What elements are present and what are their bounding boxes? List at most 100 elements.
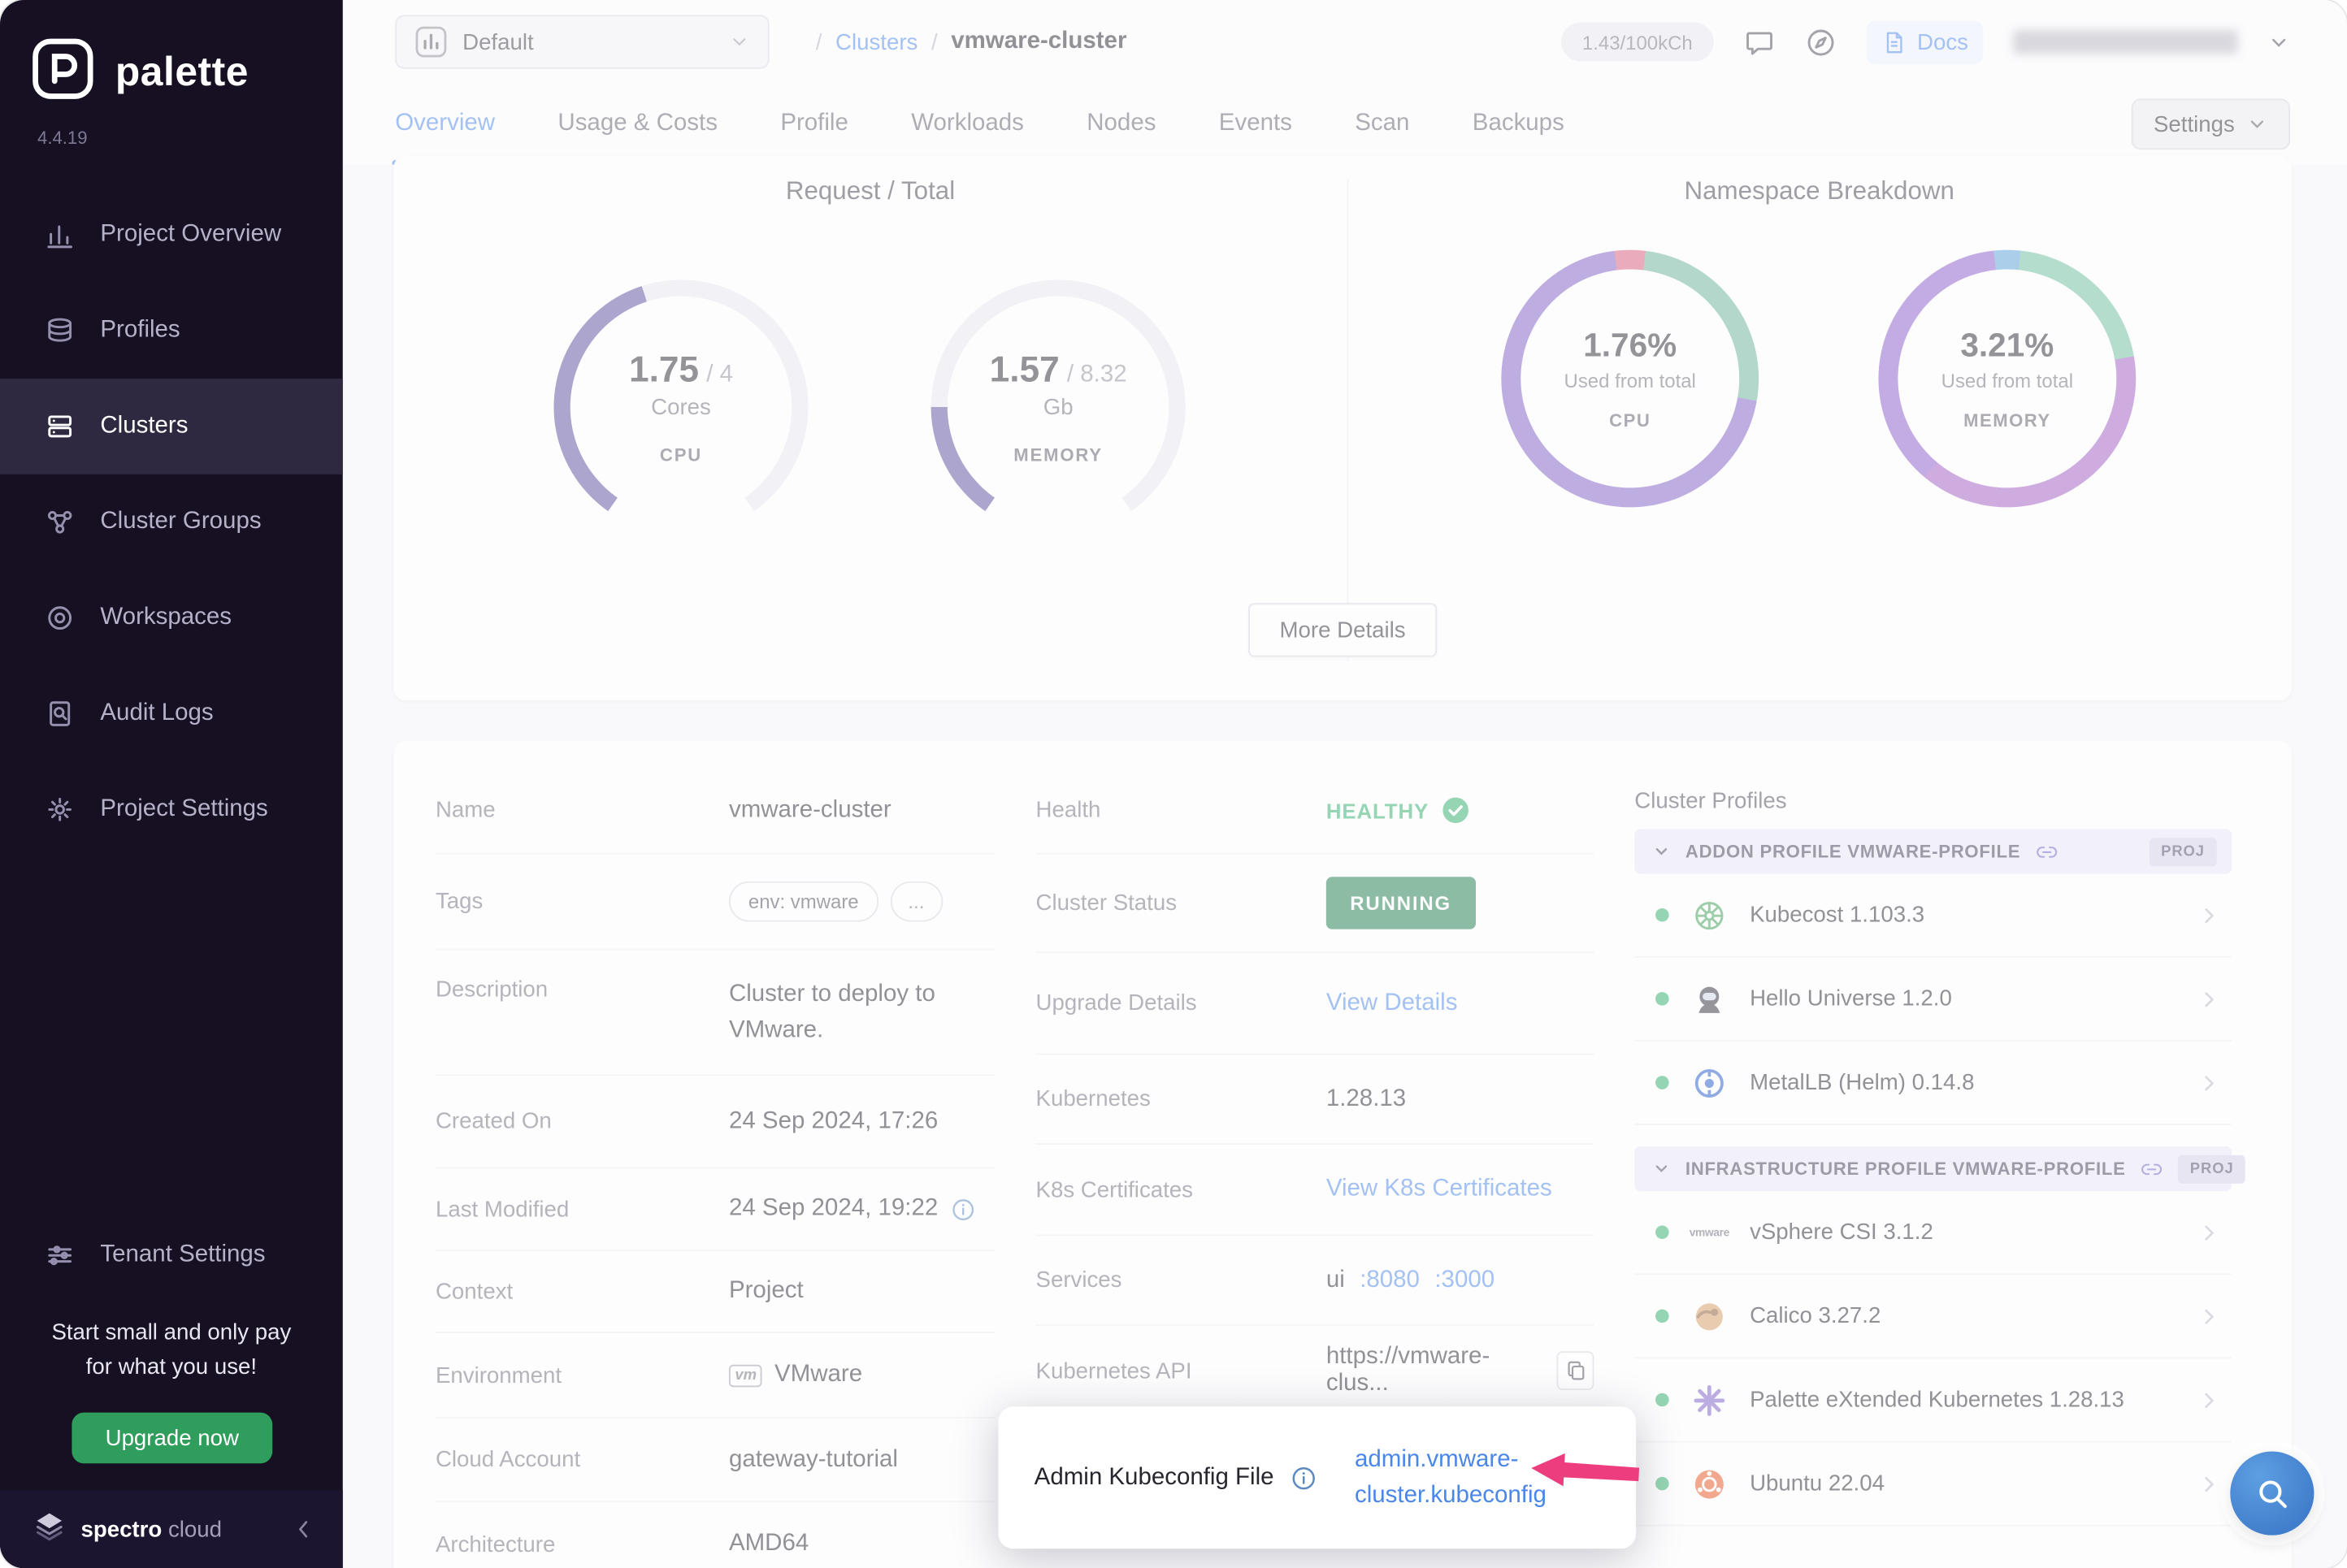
- view-details-link[interactable]: View Details: [1326, 990, 1458, 1016]
- addon-profile-header[interactable]: ADDON PROFILE VMWARE-PROFILE PROJ: [1634, 829, 2232, 873]
- sidebar-item-label: Clusters: [100, 413, 188, 440]
- workspaces-icon: [45, 603, 75, 633]
- chart-box-icon: [414, 25, 448, 58]
- sidebar-collapse-button[interactable]: [292, 1518, 315, 1541]
- status-dot: [1655, 1076, 1669, 1089]
- namespace-memory-label: MEMORY: [1963, 410, 2050, 431]
- sidebar-item-workspaces[interactable]: Workspaces: [0, 570, 343, 666]
- row-services: Services ui :8080 :3000: [1036, 1236, 1594, 1326]
- more-details-button[interactable]: More Details: [1248, 603, 1437, 656]
- profile-item-name: MetalLB (Helm) 0.14.8: [1750, 1070, 2178, 1095]
- row-description: Description Cluster to deploy to VMware.: [436, 951, 996, 1076]
- service-port-3000-link[interactable]: :3000: [1434, 1267, 1495, 1293]
- profile-item-palette-extended-kubernetes[interactable]: Palette eXtended Kubernetes 1.28.13: [1634, 1358, 2232, 1442]
- infrastructure-profile-header[interactable]: INFRASTRUCTURE PROFILE VMWARE-PROFILE PR…: [1634, 1146, 2232, 1191]
- namespace-cpu-caption: Used from total: [1564, 370, 1696, 392]
- profile-item-ubuntu[interactable]: Ubuntu 22.04: [1634, 1442, 2232, 1526]
- user-name-redacted[interactable]: [2013, 30, 2237, 54]
- memory-unit: Gb: [1043, 394, 1074, 419]
- tag-pill[interactable]: env: vmware: [729, 881, 878, 922]
- compass-icon: [1805, 26, 1837, 58]
- vmware-vm-logo: vm: [729, 1364, 762, 1387]
- topbar-right: 1.43/100kCh Docs: [1561, 0, 2290, 84]
- docs-button[interactable]: Docs: [1866, 20, 1983, 63]
- profile-item-kubecost[interactable]: Kubecost 1.103.3: [1634, 874, 2232, 958]
- tab-overview[interactable]: Overview: [395, 84, 495, 164]
- status-dot: [1655, 908, 1669, 922]
- sidebar-item-profiles[interactable]: Profiles: [0, 283, 343, 379]
- sidebar-item-label: Cluster Groups: [100, 509, 261, 535]
- spectro-cloud-wordmark: spectro cloud: [80, 1517, 222, 1542]
- cpu-request-gauge: 1.75/ 4 Cores CPU: [553, 279, 808, 534]
- breadcrumb-separator: /: [931, 29, 938, 54]
- sidebar-item-clusters[interactable]: Clusters: [0, 379, 343, 474]
- user-menu-button[interactable]: [2267, 31, 2290, 54]
- palette-logo: [30, 36, 96, 109]
- tab-scan[interactable]: Scan: [1355, 84, 1409, 164]
- environment-label: Environment: [436, 1362, 729, 1388]
- tutorial-pointer-arrow: [1527, 1443, 1643, 1500]
- breadcrumb-clusters-link[interactable]: Clusters: [835, 29, 918, 54]
- sidebar-item-project-settings[interactable]: Project Settings: [0, 761, 343, 857]
- tab-workloads[interactable]: Workloads: [911, 84, 1024, 164]
- addon-profile-name: ADDON PROFILE VMWARE-PROFILE: [1685, 841, 2020, 862]
- sidebar-item-project-overview[interactable]: Project Overview: [0, 187, 343, 283]
- chat-button[interactable]: [1743, 26, 1775, 58]
- project-scope-badge: PROJ: [2149, 837, 2216, 865]
- sidebar-nav: Project Overview Profiles Clusters Clust…: [0, 187, 343, 857]
- tab-profile[interactable]: Profile: [780, 84, 848, 164]
- link-icon: [2141, 1158, 2163, 1180]
- architecture-value: AMD64: [729, 1531, 809, 1557]
- chevron-down-icon: [729, 32, 750, 53]
- tab-events[interactable]: Events: [1219, 84, 1292, 164]
- running-status-badge[interactable]: RUNNING: [1326, 877, 1476, 929]
- description-label: Description: [436, 977, 729, 1003]
- cluster-groups-icon: [45, 507, 75, 537]
- description-value: Cluster to deploy to VMware.: [729, 977, 991, 1049]
- info-icon[interactable]: [1291, 1464, 1317, 1491]
- namespace-cpu-percent: 1.76%: [1583, 327, 1677, 366]
- info-icon[interactable]: [950, 1197, 975, 1222]
- row-last-modified: Last Modified 24 Sep 2024, 19:22: [436, 1168, 996, 1250]
- settings-button[interactable]: Settings: [2131, 99, 2290, 150]
- profile-item-vsphere-csi[interactable]: vmware vSphere CSI 3.1.2: [1634, 1191, 2232, 1275]
- row-architecture: Architecture AMD64: [436, 1502, 996, 1568]
- chevron-right-icon: [2199, 1306, 2220, 1327]
- upgrade-now-button[interactable]: Upgrade now: [72, 1413, 272, 1464]
- kubernetes-api-value: https://vmware-clus...: [1326, 1344, 1539, 1397]
- help-button[interactable]: [1805, 26, 1837, 58]
- profile-item-calico[interactable]: Calico 3.27.2: [1634, 1275, 2232, 1358]
- sidebar-item-cluster-groups[interactable]: Cluster Groups: [0, 474, 343, 570]
- profile-item-hello-universe[interactable]: Hello Universe 1.2.0: [1634, 958, 2232, 1042]
- tab-nodes[interactable]: Nodes: [1087, 84, 1156, 164]
- memory-total-value: / 8.32: [1067, 362, 1127, 388]
- sidebar-item-tenant-settings[interactable]: Tenant Settings: [0, 1207, 343, 1303]
- search-fab-button[interactable]: [2230, 1452, 2314, 1536]
- environment-value: VMware: [774, 1362, 862, 1388]
- architecture-label: Architecture: [436, 1531, 729, 1557]
- name-label: Name: [436, 798, 729, 823]
- copy-button[interactable]: [1557, 1351, 1594, 1390]
- chevron-right-icon: [2199, 904, 2220, 925]
- chevron-right-icon: [2199, 1072, 2220, 1094]
- row-kubernetes-api: Kubernetes API https://vmware-clus...: [1036, 1326, 1594, 1416]
- service-port-8080-link[interactable]: :8080: [1360, 1267, 1420, 1293]
- sidebar-item-audit-logs[interactable]: Audit Logs: [0, 666, 343, 762]
- admin-kubeconfig-download-link[interactable]: admin.vmware- cluster.kubeconfig: [1355, 1443, 1547, 1512]
- chevron-down-icon: [1652, 1159, 1670, 1177]
- memory-gauge-label: MEMORY: [1013, 444, 1103, 465]
- topbar: Default / Clusters / vmware-cluster 1.43…: [343, 0, 2347, 84]
- tab-usage-costs[interactable]: Usage & Costs: [557, 84, 718, 164]
- context-label: Context: [436, 1279, 729, 1304]
- cluster-profiles-panel: Cluster Profiles ADDON PROFILE VMWARE-PR…: [1634, 741, 2232, 1527]
- tags-more-button[interactable]: ...: [890, 881, 942, 922]
- row-upgrade-details: Upgrade Details View Details: [1036, 953, 1594, 1055]
- project-selector[interactable]: Default: [395, 15, 769, 68]
- tabs-bar: Overview Usage & Costs Profile Workloads…: [343, 84, 2347, 164]
- profile-item-metallb[interactable]: MetalLB (Helm) 0.14.8: [1634, 1042, 2232, 1125]
- usage-quota-pill: 1.43/100kCh: [1561, 23, 1713, 62]
- metrics-card: Request / Total Namespace Breakdown 1.75…: [393, 156, 2291, 700]
- infrastructure-profile-name: INFRASTRUCTURE PROFILE VMWARE-PROFILE: [1685, 1159, 2126, 1180]
- view-k8s-certificates-link[interactable]: View K8s Certificates: [1326, 1176, 1552, 1203]
- tab-backups[interactable]: Backups: [1473, 84, 1564, 164]
